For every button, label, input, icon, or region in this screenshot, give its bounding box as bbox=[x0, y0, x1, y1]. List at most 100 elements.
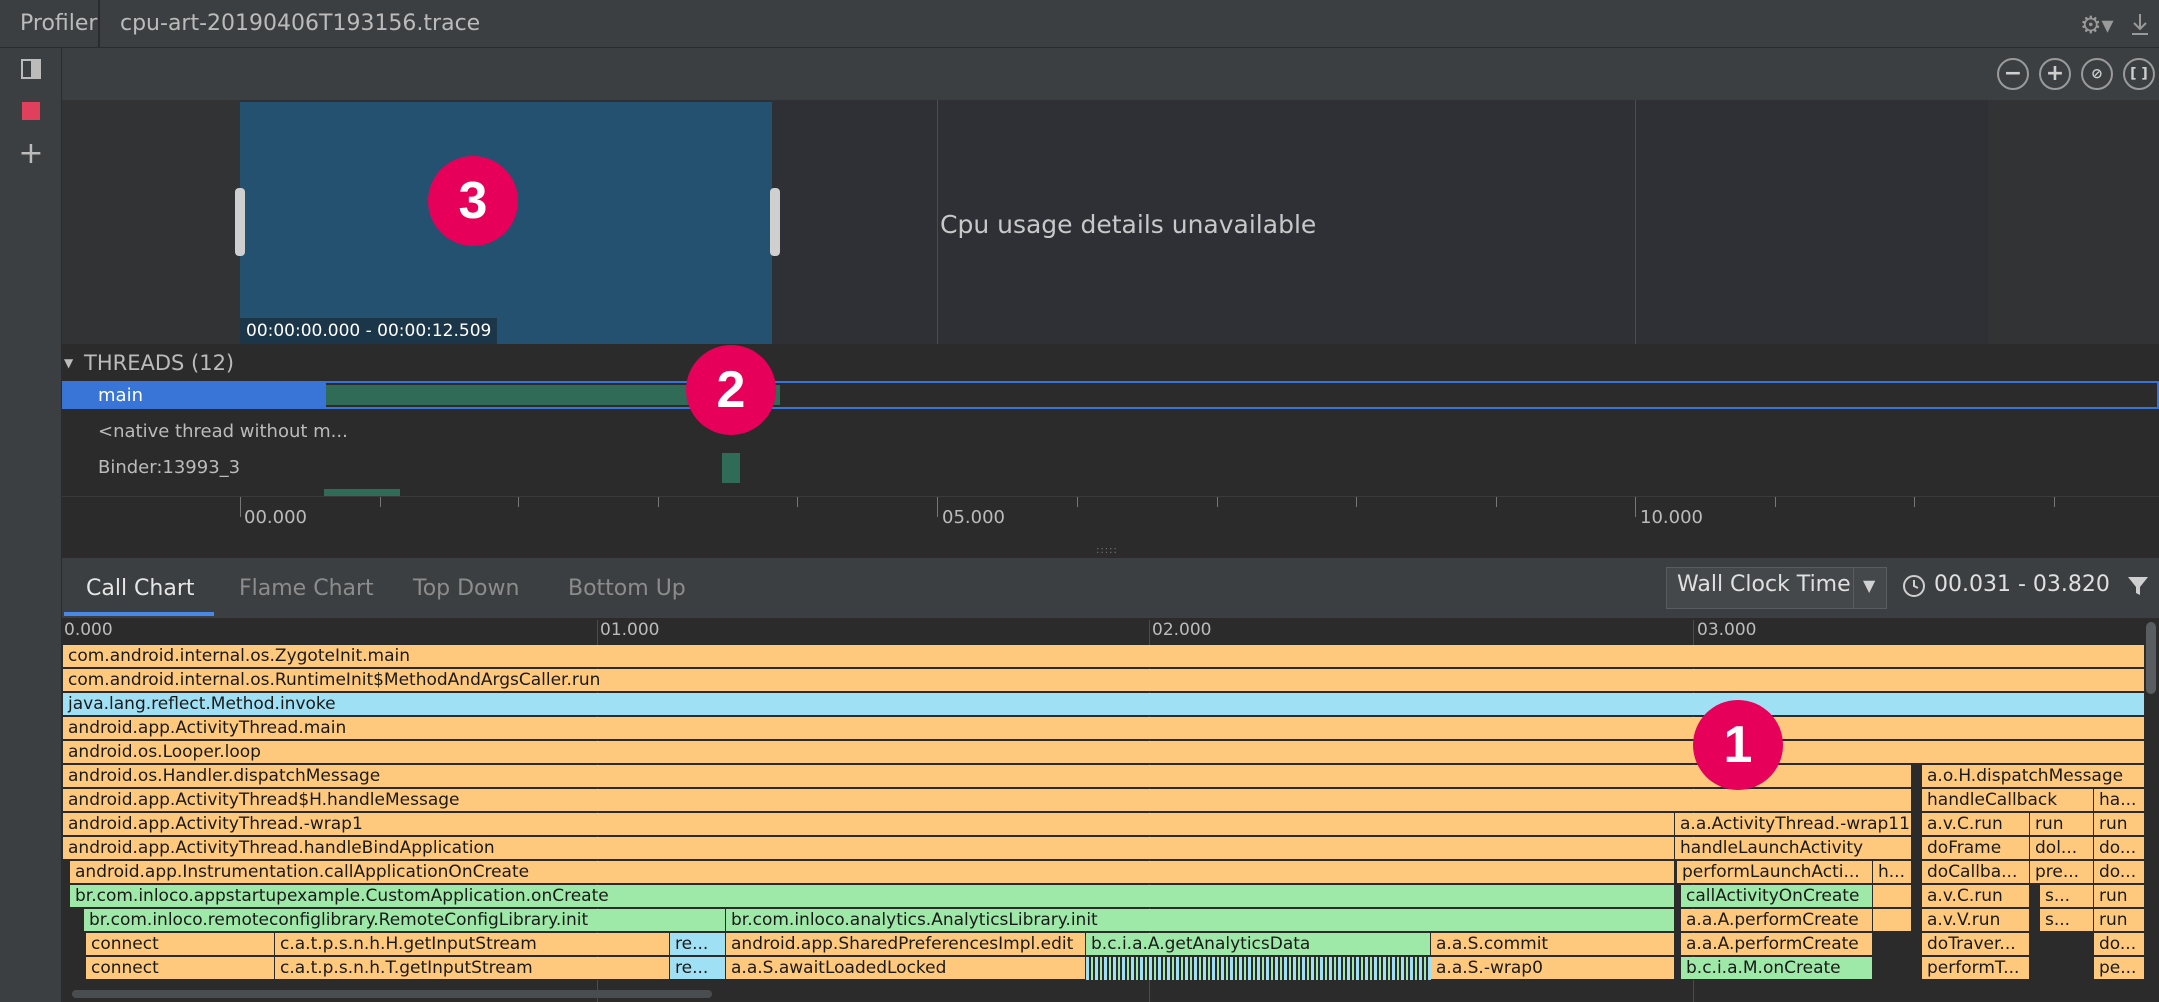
call-frame[interactable]: a.v.V.run bbox=[1922, 909, 2030, 932]
call-frame[interactable]: handleCallback bbox=[1922, 789, 2094, 812]
call-frame[interactable]: a.a.S.awaitLoadedLocked bbox=[726, 957, 1086, 980]
call-frame[interactable]: doTraver... bbox=[1922, 933, 2030, 956]
call-frame[interactable]: java.lang.reflect.Method.invoke bbox=[63, 693, 2145, 716]
ruler-tick bbox=[658, 497, 659, 507]
call-frame[interactable]: run bbox=[2094, 885, 2145, 908]
clock-type-value: Wall Clock Time bbox=[1677, 572, 1851, 597]
call-frame[interactable]: c.a.t.p.s.n.h.H.getInputStream bbox=[275, 933, 670, 956]
profiler-title: Profiler bbox=[20, 11, 98, 36]
call-frame[interactable]: doCallba... bbox=[1922, 861, 2030, 884]
call-frame[interactable]: pre... bbox=[2030, 861, 2094, 884]
call-frame[interactable]: b.c.i.a.A.getAnalyticsData bbox=[1086, 933, 1431, 956]
ruler-label-0: 00.000 bbox=[244, 507, 307, 528]
selection-right-handle[interactable] bbox=[770, 188, 780, 256]
stop-recording-icon[interactable] bbox=[12, 92, 50, 130]
call-frame[interactable]: run bbox=[2094, 909, 2145, 932]
call-frame[interactable]: android.app.Instrumentation.callApplicat… bbox=[70, 861, 1675, 884]
call-frame[interactable]: c.a.t.p.s.n.h.T.getInputStream bbox=[275, 957, 670, 980]
ruler-tick bbox=[1635, 497, 1636, 517]
clock-icon bbox=[1902, 574, 1926, 598]
call-frame[interactable]: callActivityOnCreate bbox=[1681, 885, 1873, 908]
call-frame[interactable]: br.com.inloco.analytics.AnalyticsLibrary… bbox=[726, 909, 1675, 932]
call-frame[interactable]: android.os.Looper.loop bbox=[63, 741, 2145, 764]
settings-gear-icon[interactable]: ⚙▾ bbox=[2080, 12, 2114, 38]
call-frame[interactable]: ha... bbox=[2094, 789, 2145, 812]
call-frame[interactable]: a.v.C.run bbox=[1922, 885, 2030, 908]
ruler-tick bbox=[1775, 497, 1776, 507]
thread-name-native[interactable]: <native thread without m... bbox=[98, 421, 348, 442]
call-frame[interactable]: com.android.internal.os.ZygoteInit.main bbox=[63, 645, 2145, 668]
call-frame[interactable]: re... bbox=[670, 957, 726, 980]
selection-left-handle[interactable] bbox=[235, 188, 245, 256]
call-frame[interactable]: handleLaunchActivity bbox=[1675, 837, 1912, 860]
toggle-sessions-icon[interactable] bbox=[12, 50, 50, 88]
thread-name-binder[interactable]: Binder:13993_3 bbox=[98, 457, 240, 478]
dropdown-divider bbox=[1853, 568, 1854, 608]
call-frame[interactable]: do... bbox=[2094, 837, 2145, 860]
call-frame[interactable] bbox=[1873, 885, 1912, 908]
callout-badge-3: 3 bbox=[428, 156, 518, 246]
call-frame[interactable]: android.app.ActivityThread.main bbox=[63, 717, 2145, 740]
thread-name-main[interactable]: main bbox=[98, 385, 143, 406]
tab-call-chart[interactable]: Call Chart bbox=[86, 556, 195, 618]
time-ruler bbox=[62, 496, 2159, 546]
tab-flame-chart[interactable]: Flame Chart bbox=[239, 556, 374, 618]
call-frame[interactable]: pe... bbox=[2094, 957, 2145, 980]
call-frame[interactable]: a.a.A.performCreate bbox=[1681, 909, 1873, 932]
call-frame[interactable]: b.c.i.a.M.onCreate bbox=[1681, 957, 1873, 980]
call-frame[interactable]: re... bbox=[670, 933, 726, 956]
chart-axis-label: 02.000 bbox=[1152, 620, 1212, 640]
ruler-tick bbox=[937, 497, 938, 517]
splitter-grip-icon[interactable]: ::::: bbox=[1096, 546, 1126, 556]
ruler-tick bbox=[1914, 497, 1915, 507]
call-frame[interactable]: connect bbox=[86, 957, 275, 980]
trace-tab[interactable]: cpu-art-20190406T193156.trace bbox=[120, 0, 480, 48]
call-frame[interactable]: a.o.H.dispatchMessage bbox=[1922, 765, 2145, 788]
horizontal-scrollbar[interactable] bbox=[72, 990, 712, 998]
tab-top-down[interactable]: Top Down bbox=[413, 556, 519, 618]
zoom-out-icon[interactable]: − bbox=[1997, 58, 2029, 90]
call-frame[interactable]: doFrame bbox=[1922, 837, 2030, 860]
zoom-to-selection-icon[interactable]: [ ] bbox=[2123, 58, 2155, 90]
call-frame[interactable]: android.app.ActivityThread.handleBindApp… bbox=[63, 837, 1675, 860]
call-frame[interactable]: do... bbox=[2094, 933, 2145, 956]
call-frame[interactable]: com.android.internal.os.RuntimeInit$Meth… bbox=[63, 669, 2145, 692]
call-frame[interactable]: connect bbox=[86, 933, 275, 956]
zoom-in-icon[interactable]: + bbox=[2039, 58, 2071, 90]
dense-call-frames[interactable] bbox=[1086, 957, 1431, 980]
vertical-scrollbar[interactable] bbox=[2146, 622, 2156, 694]
call-frame[interactable]: a.v.C.run bbox=[1922, 813, 2030, 836]
call-frame[interactable]: br.com.inloco.appstartupexample.CustomAp… bbox=[70, 885, 1675, 908]
call-frame[interactable]: br.com.inloco.remoteconfiglibrary.Remote… bbox=[84, 909, 726, 932]
call-frame[interactable]: android.app.ActivityThread.-wrap1 bbox=[63, 813, 1675, 836]
tab-bottom-up[interactable]: Bottom Up bbox=[568, 556, 686, 618]
callout-badge-1: 1 bbox=[1693, 700, 1783, 790]
reset-zoom-icon[interactable]: ⊘ bbox=[2081, 58, 2113, 90]
call-frame[interactable]: a.a.S.-wrap0 bbox=[1431, 957, 1675, 980]
call-frame[interactable]: do... bbox=[2094, 861, 2145, 884]
ruler-tick bbox=[797, 497, 798, 507]
add-session-icon[interactable]: + bbox=[12, 134, 50, 172]
call-frame[interactable]: h... bbox=[1873, 861, 1912, 884]
call-frame[interactable]: performT... bbox=[1922, 957, 2030, 980]
call-frame[interactable]: a.a.A.performCreate bbox=[1681, 933, 1873, 956]
call-frame[interactable]: dol... bbox=[2030, 837, 2094, 860]
filter-icon[interactable] bbox=[2126, 574, 2150, 598]
chevron-down-icon[interactable]: ▼ bbox=[1863, 576, 1875, 595]
threads-header[interactable]: THREADS (12) bbox=[84, 351, 234, 375]
ruler-label-10: 10.000 bbox=[1640, 507, 1703, 528]
call-frame[interactable]: android.app.SharedPreferencesImpl.edit bbox=[726, 933, 1086, 956]
call-frame[interactable]: a.a.ActivityThread.-wrap11 bbox=[1675, 813, 1912, 836]
minimize-panel-icon[interactable] bbox=[2128, 12, 2152, 38]
call-frame[interactable]: performLaunchActi... bbox=[1677, 861, 1873, 884]
call-frame[interactable]: a.a.S.commit bbox=[1431, 933, 1675, 956]
call-frame[interactable]: s... bbox=[2040, 885, 2094, 908]
call-frame[interactable]: run bbox=[2094, 813, 2145, 836]
call-frame[interactable]: run bbox=[2030, 813, 2094, 836]
call-frame[interactable]: android.app.ActivityThread$H.handleMessa… bbox=[63, 789, 1912, 812]
call-frame[interactable] bbox=[1873, 909, 1912, 932]
collapse-triangle-icon[interactable]: ▼ bbox=[64, 356, 73, 370]
selected-range-label: 00.031 - 03.820 bbox=[1934, 572, 2110, 597]
call-frame[interactable]: s... bbox=[2040, 909, 2094, 932]
call-frame[interactable]: android.os.Handler.dispatchMessage bbox=[63, 765, 1912, 788]
